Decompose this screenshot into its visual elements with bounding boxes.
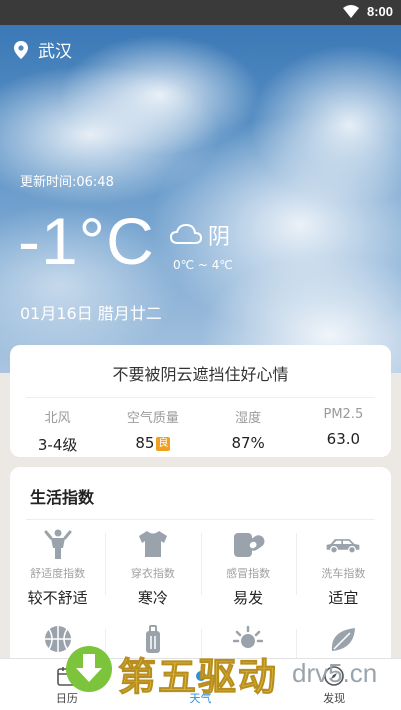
weather-hero: 武汉 更新时间:06:48 -1°C 阴 0℃ ~ 4℃ 01月16日 腊月廿二	[0, 25, 401, 373]
wifi-icon	[343, 5, 359, 18]
current-temperature: -1°C	[18, 204, 155, 278]
status-bar: 8:00	[0, 0, 401, 25]
weather-slogan: 不要被阴云遮挡住好心情	[112, 365, 289, 384]
summary-card: 不要被阴云遮挡住好心情 北风 3-4级 空气质量 85 良 湿度 87% PM2.…	[10, 345, 391, 457]
divider	[26, 519, 375, 520]
stat-value: 85	[135, 434, 155, 452]
weather-condition: 阴	[208, 225, 231, 250]
temperature-range: 0℃ ~ 4℃	[173, 258, 233, 272]
stat-value-row: 85 良	[105, 434, 200, 452]
stat-value: 63.0	[326, 430, 361, 448]
stat-value: 3-4级	[37, 436, 78, 454]
weather-stats: 北风 3-4级 空气质量 85 良 湿度 87% PM2.5 63.0	[10, 407, 391, 455]
watermark: 第五驱动 drv5.cn	[60, 640, 400, 702]
watermark-domain: drv5.cn	[292, 658, 378, 688]
stat-label: PM2.5	[323, 407, 364, 422]
life-index-card: 生活指数 舒适度指数 较不舒适 穿衣指数 寒冷 感冒指数 易发 洗车指数 适宜	[10, 467, 391, 691]
cloud-icon	[170, 223, 202, 244]
index-value: 寒冷	[137, 589, 168, 607]
car-icon	[327, 539, 360, 554]
shirt-icon	[138, 531, 167, 557]
index-clothing[interactable]: 穿衣指数 寒冷	[105, 529, 200, 608]
index-label: 洗车指数	[321, 567, 366, 580]
city-name: 武汉	[38, 42, 72, 62]
aqi-badge: 良	[156, 436, 171, 451]
index-value: 较不舒适	[27, 589, 88, 607]
index-cold[interactable]: 感冒指数 易发	[200, 529, 296, 608]
index-label: 感冒指数	[226, 567, 271, 580]
life-index-grid: 舒适度指数 较不舒适 穿衣指数 寒冷 感冒指数 易发 洗车指数 适宜	[10, 529, 391, 608]
date-lunar: 01月16日 腊月廿二	[20, 304, 162, 323]
stat-humidity: 湿度 87%	[201, 407, 296, 455]
update-time: 更新时间:06:48	[20, 175, 114, 190]
stat-value: 87%	[231, 434, 265, 452]
watermark-text: 第五驱动	[117, 655, 279, 700]
person-icon	[44, 529, 72, 559]
download-logo-icon	[66, 646, 112, 692]
stat-label: 空气质量	[126, 411, 179, 426]
index-comfort[interactable]: 舒适度指数 较不舒适	[10, 529, 105, 608]
stat-wind: 北风 3-4级	[10, 407, 105, 455]
life-index-title: 生活指数	[30, 488, 95, 507]
pill-icon	[234, 533, 265, 557]
divider	[26, 397, 375, 398]
index-label: 舒适度指数	[30, 567, 86, 580]
index-value: 易发	[233, 589, 264, 607]
stat-pm25: PM2.5 63.0	[296, 407, 391, 455]
index-carwash[interactable]: 洗车指数 适宜	[295, 529, 391, 608]
stat-air-quality[interactable]: 空气质量 85 良	[105, 407, 200, 455]
index-label: 穿衣指数	[130, 567, 175, 580]
location[interactable]: 武汉	[14, 37, 72, 62]
status-time: 8:00	[366, 4, 393, 19]
location-pin-icon	[14, 40, 28, 59]
stat-label: 北风	[44, 411, 71, 426]
stat-label: 湿度	[235, 411, 262, 426]
index-value: 适宜	[328, 589, 359, 607]
